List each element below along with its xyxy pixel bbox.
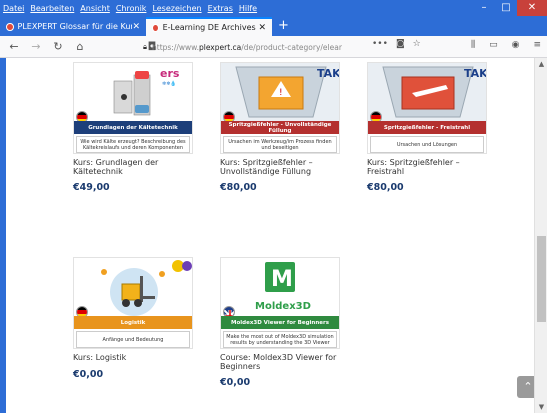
library-icon[interactable]: ⫼ — [471, 40, 475, 50]
product-banner: Moldex3D Viewer for Beginners — [221, 316, 339, 329]
ers-logo-text: ers — [160, 67, 180, 80]
scrollbar[interactable]: ▲ ▼ — [534, 58, 547, 413]
product-image[interactable]: M Moldex3D Moldex3D Viewer for Beginners… — [220, 257, 340, 349]
product-description: Make the most out of Moldex3D simulation… — [223, 331, 337, 348]
product-title[interactable]: Course: Moldex3D Viewer for Beginners — [220, 353, 340, 371]
forward-icon[interactable]: → — [28, 40, 44, 53]
refrigeration-unit-illustration: ers ❄❄💧 — [113, 67, 180, 116]
scroll-down-icon[interactable]: ▼ — [535, 403, 547, 411]
injection-mold-illustration: ! TAK — [221, 63, 340, 121]
product-title[interactable]: Kurs: Spritzgießfehler – Unvollständige … — [220, 158, 340, 176]
pocket-icon[interactable]: ◙ — [396, 39, 405, 49]
tab-label: E-Learning DE Archives - PLEXP — [162, 23, 259, 32]
tak-logo-text: TAK — [464, 67, 487, 80]
product-banner: Spritzgießfehler - Unvollständige Füllun… — [221, 121, 339, 134]
sidebar-icon[interactable]: ▭ — [489, 40, 498, 50]
tab-label: PLEXPERT Glossar für die Kunst — [17, 22, 133, 31]
svg-text:!: ! — [279, 88, 283, 98]
product-price: €0,00 — [73, 368, 104, 380]
product-description: Ursachen im Werkzeug/im Prozess finden u… — [223, 136, 337, 153]
injection-mold-illustration: TAK — [368, 63, 487, 121]
maximize-button[interactable]: □ — [495, 0, 517, 16]
url-prefix: https://www. — [152, 42, 199, 52]
product-image[interactable]: ! TAK Spritzgießfehler - Unvollständige … — [220, 62, 340, 154]
product-banner: Spritzgießfehler - Freistrahl — [368, 121, 486, 134]
browser-window: Datei Bearbeiten Ansicht Chronik Lesezei… — [0, 0, 547, 413]
product-image[interactable]: ers ❄❄💧 Grundlagen der Kältetechnik Wie … — [73, 62, 193, 154]
product-price: €0,00 — [220, 377, 251, 388]
tab-elearning[interactable]: E-Learning DE Archives - PLEXP ✕ — [146, 17, 272, 36]
menu-ansicht[interactable]: Ansicht — [80, 4, 110, 13]
product-image[interactable]: TAK Spritzgießfehler - Freistrahl Ursach… — [367, 62, 487, 154]
product-card[interactable]: TAK Spritzgießfehler - Freistrahl Ursach… — [367, 62, 487, 193]
product-description: Wie wird Kälte erzeugt? Beschreibung des… — [76, 136, 190, 153]
product-price: €80,00 — [220, 182, 257, 193]
product-card[interactable]: ers ❄❄💧 Grundlagen der Kältetechnik Wie … — [73, 62, 193, 193]
tab-bar: PLEXPERT Glossar für die Kunst ✕ E-Learn… — [0, 16, 547, 36]
product-description: Ursachen und Lösungen — [370, 136, 484, 153]
moldex3d-logo-illustration: M Moldex3D — [255, 262, 311, 312]
close-tab-icon[interactable]: ✕ — [258, 23, 266, 33]
menu-bearbeiten[interactable]: Bearbeiten — [30, 4, 74, 13]
back-icon[interactable]: ← — [6, 40, 22, 53]
menu-lesezeichen[interactable]: Lesezeichen — [152, 4, 201, 13]
hamburger-menu-icon[interactable]: ≡ — [533, 40, 541, 50]
menu-extras[interactable]: Extras — [208, 4, 233, 13]
product-banner: Grundlagen der Kältetechnik — [74, 121, 192, 134]
product-price: €49,00 — [73, 182, 110, 193]
product-title[interactable]: Kurs: Logistik — [73, 353, 193, 363]
product-price: €80,00 — [367, 182, 404, 193]
menu-hilfe[interactable]: Hilfe — [239, 4, 257, 13]
page-actions-icon[interactable]: ••• — [372, 39, 388, 49]
close-window-button[interactable]: ✕ — [517, 0, 547, 16]
bookmark-star-icon[interactable]: ☆ — [413, 39, 421, 49]
tak-logo-text: TAK — [317, 67, 340, 80]
product-description: Anfänge und Bedeutung — [76, 331, 190, 348]
reload-icon[interactable]: ↻ — [50, 40, 66, 53]
scroll-up-icon[interactable]: ▲ — [535, 60, 547, 68]
product-image[interactable]: Logistik Anfänge und Bedeutung — [73, 257, 193, 349]
close-tab-icon[interactable]: ✕ — [132, 22, 140, 32]
menu-bar: Datei Bearbeiten Ansicht Chronik Lesezei… — [0, 0, 547, 16]
minimize-button[interactable]: – — [473, 0, 495, 16]
plexpert-favicon-icon — [6, 22, 14, 31]
menu-chronik[interactable]: Chronik — [116, 4, 147, 13]
page-content: ers ❄❄💧 Grundlagen der Kältetechnik Wie … — [6, 58, 534, 413]
product-card[interactable]: ! TAK Spritzgießfehler - Unvollständige … — [220, 62, 340, 193]
scroll-to-top-button[interactable]: ⌃ — [517, 376, 534, 398]
moldex3d-logo-text: Moldex3D — [255, 301, 311, 312]
product-banner: Logistik — [74, 316, 192, 329]
svg-text:M: M — [271, 267, 293, 292]
home-icon[interactable]: ⌂ — [72, 40, 88, 53]
account-icon[interactable]: ◉ — [512, 40, 520, 50]
url-path: /de/product-category/elear — [241, 42, 342, 52]
svg-text:❄❄💧: ❄❄💧 — [162, 80, 177, 87]
product-card[interactable]: M Moldex3D Moldex3D Viewer for Beginners… — [220, 257, 340, 388]
url-domain: plexpert.ca — [198, 42, 242, 52]
nav-bar: ← → ↻ ⌂ ◘ 🔒︎ https://www. plexpert.ca/de/… — [0, 36, 547, 58]
lock-icon: 🔒︎ — [143, 42, 147, 51]
menu-datei[interactable]: Datei — [3, 4, 24, 13]
forklift-illustration — [101, 260, 192, 316]
product-card[interactable]: Logistik Anfänge und Bedeutung Kurs: Log… — [73, 257, 193, 380]
product-title[interactable]: Kurs: Spritzgießfehler – Freistrahl — [367, 158, 487, 176]
plexpert-favicon-icon — [152, 23, 159, 32]
tab-glossar[interactable]: PLEXPERT Glossar für die Kunst ✕ — [0, 17, 146, 36]
new-tab-button[interactable]: + — [278, 17, 289, 34]
product-title[interactable]: Kurs: Grundlagen der Kältetechnik — [73, 158, 193, 176]
scrollbar-thumb[interactable] — [537, 236, 546, 322]
